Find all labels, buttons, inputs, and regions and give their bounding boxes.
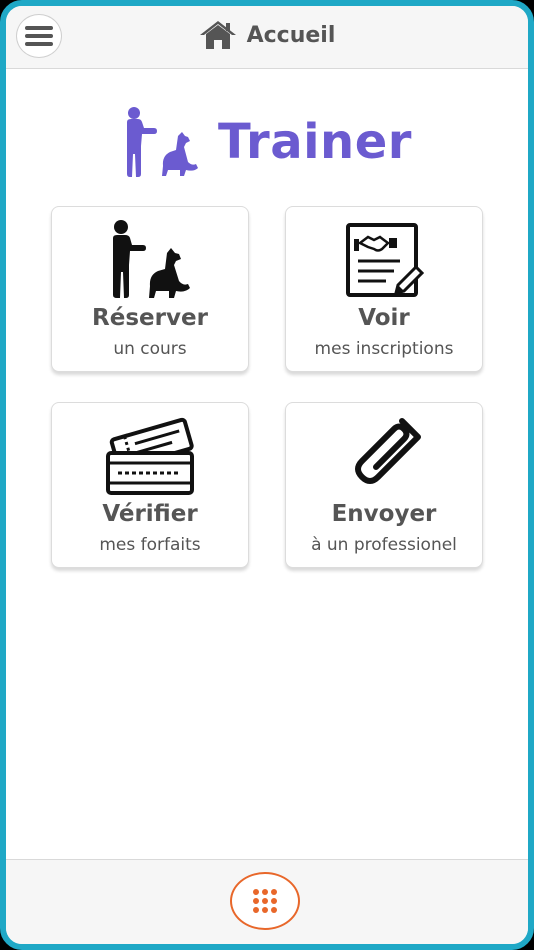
card-title: Vérifier — [102, 501, 198, 527]
brand-logo: Trainer — [6, 106, 528, 178]
card-subtitle: mes inscriptions — [314, 339, 454, 359]
card-title: Réserver — [92, 305, 208, 331]
card-subtitle: mes forfaits — [99, 535, 201, 555]
apps-menu-button[interactable] — [230, 872, 300, 930]
contract-handshake-icon — [346, 223, 424, 297]
trainer-dog-icon — [127, 107, 199, 177]
app-frame: Accueil Trainer Réserver un cours Voir m… — [0, 0, 534, 950]
card-title: Envoyer — [331, 501, 437, 527]
paperclip-icon — [355, 418, 421, 484]
page-title-text: Accueil — [246, 22, 336, 48]
send-to-pro-button[interactable]: Envoyer à un professionel — [285, 402, 483, 568]
card-subtitle: un cours — [113, 339, 187, 359]
grid-icon — [253, 889, 277, 913]
check-packages-button[interactable]: Vérifier mes forfaits — [51, 402, 249, 568]
tickets-icon — [106, 417, 194, 495]
view-registrations-button[interactable]: Voir mes inscriptions — [285, 206, 483, 372]
page-title: Accueil — [6, 20, 528, 50]
top-bar: Accueil — [6, 6, 528, 69]
home-icon — [199, 21, 236, 49]
card-subtitle: à un professionel — [311, 535, 457, 555]
brand-name: Trainer — [218, 114, 412, 170]
reserve-course-button[interactable]: Réserver un cours — [51, 206, 249, 372]
trainer-dog-icon — [113, 220, 190, 298]
bottom-bar — [6, 859, 528, 944]
card-title: Voir — [358, 305, 410, 331]
